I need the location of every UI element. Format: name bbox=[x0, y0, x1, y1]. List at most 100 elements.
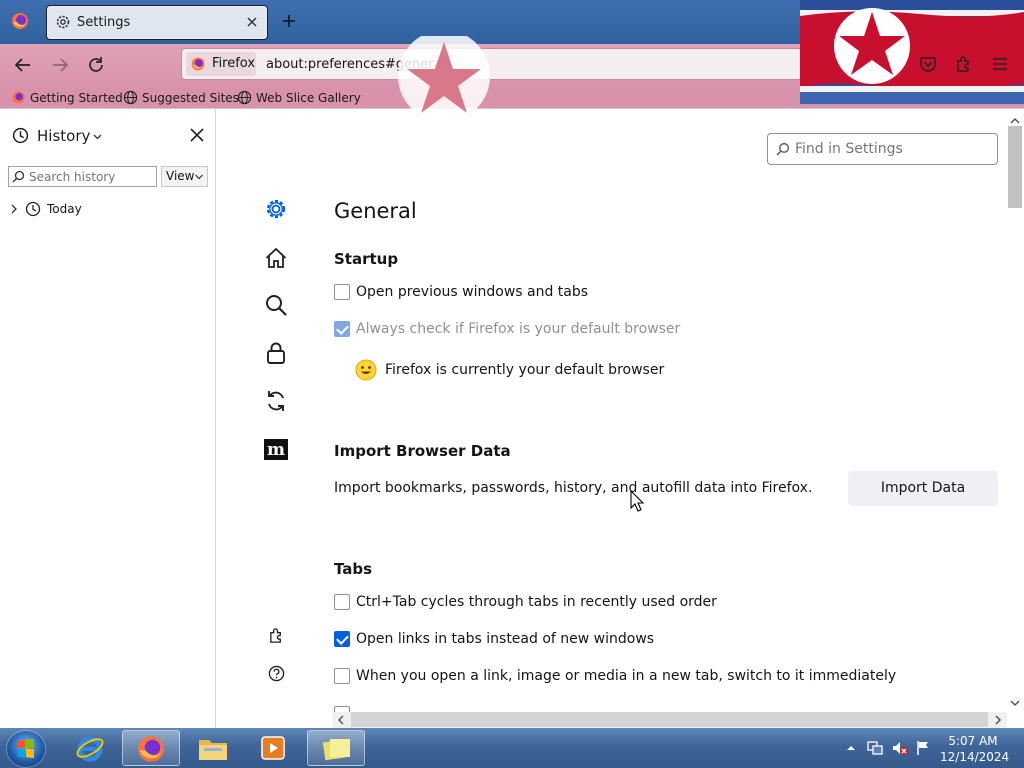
taskbar-internet-explorer[interactable] bbox=[61, 730, 119, 766]
ctrl-tab-option[interactable]: Ctrl+Tab cycles through tabs in recently… bbox=[334, 594, 717, 610]
category-search-icon[interactable] bbox=[264, 293, 288, 317]
file-explorer-icon bbox=[197, 733, 229, 763]
extensions-themes-icon[interactable] bbox=[268, 627, 285, 644]
help-icon[interactable] bbox=[268, 665, 285, 682]
taskbar-clock[interactable]: 5:07 AM 12/14/2024 bbox=[940, 733, 1010, 765]
close-sidebar-icon[interactable] bbox=[189, 127, 205, 143]
chevron-right-icon[interactable] bbox=[10, 204, 19, 214]
taskbar-sticky-notes[interactable] bbox=[307, 730, 365, 766]
sidebar-title[interactable]: History bbox=[37, 127, 90, 145]
mouse-pointer-icon bbox=[630, 490, 644, 512]
default-browser-option: Always check if Firefox is your default … bbox=[334, 321, 680, 337]
globe-icon bbox=[123, 90, 138, 105]
search-icon bbox=[12, 170, 25, 183]
close-tab-icon[interactable] bbox=[245, 15, 259, 29]
history-search-input[interactable] bbox=[29, 168, 153, 185]
restore-session-checkbox[interactable] bbox=[334, 284, 350, 300]
category-home-icon[interactable] bbox=[264, 246, 288, 270]
internet-explorer-icon bbox=[75, 733, 105, 763]
url-bar[interactable]: Firefox about:preferences#general bbox=[181, 48, 843, 80]
firefox-icon bbox=[11, 90, 26, 105]
taskbar-media-player[interactable] bbox=[245, 730, 303, 766]
restore-session-option[interactable]: Open previous windows and tabs bbox=[334, 284, 588, 300]
smiley-icon bbox=[355, 359, 377, 381]
globe-icon bbox=[237, 90, 252, 105]
ctrl-tab-label: Ctrl+Tab cycles through tabs in recently… bbox=[356, 594, 717, 610]
open-links-label: Open links in tabs instead of new window… bbox=[356, 631, 655, 647]
category-privacy-lock-icon[interactable] bbox=[264, 341, 288, 365]
open-links-option[interactable]: Open links in tabs instead of new window… bbox=[334, 631, 654, 647]
page-title: General bbox=[334, 199, 417, 223]
clock-date: 12/14/2024 bbox=[940, 750, 1010, 764]
tab-settings[interactable]: Settings bbox=[46, 5, 268, 40]
history-item-today[interactable]: Today bbox=[10, 201, 82, 217]
clock-icon bbox=[25, 201, 41, 217]
clock-icon bbox=[12, 127, 29, 144]
switch-to-tab-checkbox[interactable] bbox=[334, 668, 350, 684]
view-label: View bbox=[166, 169, 195, 183]
find-in-settings-input[interactable] bbox=[795, 140, 990, 158]
bookmark-label: Getting Started bbox=[30, 90, 123, 105]
horizontal-scrollbar-thumb[interactable] bbox=[351, 712, 988, 727]
new-tab-button[interactable] bbox=[281, 13, 297, 29]
theme-flag-decoration bbox=[800, 0, 1024, 104]
clock-time: 5:07 AM bbox=[948, 734, 998, 748]
vertical-scrollbar-thumb[interactable] bbox=[1008, 126, 1022, 208]
settings-page: m General Startup Open previous windows … bbox=[216, 108, 1024, 712]
startup-heading: Startup bbox=[334, 250, 399, 268]
media-player-icon bbox=[259, 734, 287, 762]
bookmark-label: Web Slice Gallery bbox=[256, 90, 361, 105]
gear-icon bbox=[55, 14, 71, 30]
category-sync-icon[interactable] bbox=[264, 389, 288, 413]
tab-title: Settings bbox=[77, 15, 131, 30]
taskbar-file-explorer[interactable] bbox=[184, 730, 242, 766]
switch-to-tab-label: When you open a link, image or media in … bbox=[356, 668, 897, 684]
switch-to-tab-option[interactable]: When you open a link, image or media in … bbox=[334, 668, 896, 684]
taskbar-firefox[interactable] bbox=[122, 730, 180, 766]
ctrl-tab-checkbox[interactable] bbox=[334, 594, 350, 610]
chevron-down-icon[interactable] bbox=[92, 131, 103, 142]
bookmark-web-slice-gallery[interactable]: Web Slice Gallery bbox=[237, 90, 361, 105]
import-data-button[interactable]: Import Data bbox=[848, 471, 998, 506]
start-button[interactable] bbox=[7, 731, 45, 767]
scroll-down-arrow-icon[interactable] bbox=[1009, 699, 1021, 707]
theme-star-decoration bbox=[396, 36, 492, 116]
firefox-menu-icon[interactable] bbox=[10, 11, 30, 31]
chevron-down-icon bbox=[194, 172, 204, 182]
forward-icon[interactable] bbox=[51, 56, 69, 74]
menu-icon[interactable] bbox=[991, 55, 1009, 73]
firefox-icon bbox=[136, 734, 166, 764]
bookmark-suggested-sites[interactable]: Suggested Sites bbox=[123, 90, 239, 105]
firefox-icon bbox=[190, 56, 206, 72]
history-item-label: Today bbox=[47, 202, 82, 216]
scroll-left-arrow-icon[interactable] bbox=[337, 714, 345, 726]
restore-session-label: Open previous windows and tabs bbox=[356, 284, 589, 300]
svg-text:m: m bbox=[267, 440, 285, 460]
scroll-right-arrow-icon[interactable] bbox=[994, 714, 1002, 726]
default-browser-label: Always check if Firefox is your default … bbox=[356, 321, 681, 337]
find-in-settings-box[interactable] bbox=[767, 133, 998, 165]
action-center-flag-icon[interactable] bbox=[915, 740, 931, 756]
bookmark-label: Suggested Sites bbox=[142, 90, 239, 105]
reload-icon[interactable] bbox=[87, 56, 105, 74]
tray-overflow-icon[interactable] bbox=[846, 744, 856, 752]
category-mozilla-icon[interactable]: m bbox=[264, 437, 288, 461]
network-icon[interactable] bbox=[866, 740, 884, 756]
extensions-icon[interactable] bbox=[955, 55, 973, 73]
scroll-up-arrow-icon[interactable] bbox=[1009, 117, 1021, 125]
identity-label: Firefox bbox=[212, 56, 256, 71]
default-status-text: Firefox is currently your default browse… bbox=[385, 362, 665, 378]
volume-muted-icon[interactable] bbox=[891, 740, 909, 756]
bookmark-getting-started[interactable]: Getting Started bbox=[11, 90, 123, 105]
history-search-box[interactable] bbox=[8, 166, 157, 187]
sticky-notes-icon bbox=[321, 735, 353, 763]
view-button[interactable]: View bbox=[161, 166, 208, 187]
tabs-heading: Tabs bbox=[334, 560, 373, 578]
pocket-icon[interactable] bbox=[919, 55, 937, 73]
open-links-checkbox[interactable] bbox=[334, 631, 350, 647]
category-general-gear-icon[interactable] bbox=[264, 197, 288, 221]
identity-box[interactable]: Firefox bbox=[186, 52, 256, 76]
import-heading: Import Browser Data bbox=[334, 442, 511, 460]
search-icon bbox=[776, 142, 790, 156]
back-icon[interactable] bbox=[14, 56, 32, 74]
